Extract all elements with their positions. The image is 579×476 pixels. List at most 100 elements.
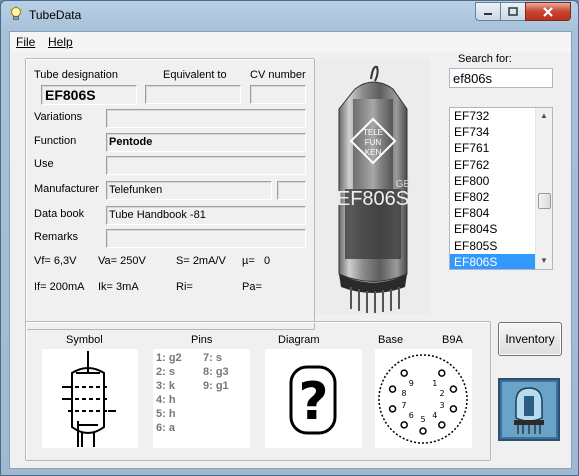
pa-value: Pa= (242, 281, 262, 293)
diagram-box: ? (265, 349, 362, 448)
vf-value: Vf= 6,3V (34, 255, 77, 267)
variations-field[interactable] (106, 109, 306, 128)
base-pin-number: 3 (439, 401, 444, 410)
base-pin (419, 427, 427, 435)
ik-value: Ik= 3mA (98, 281, 139, 293)
pin-entry: 9: g1 (203, 380, 229, 392)
scroll-up-icon[interactable]: ▲ (536, 108, 552, 124)
maximize-icon (508, 6, 518, 16)
schematic-panel: Symbol Pins Diagram Base B9A 1: g2 2: s … (25, 321, 491, 461)
scroll-down-icon[interactable]: ▼ (536, 253, 552, 269)
question-mark-icon: ? (289, 365, 337, 435)
photo-print-text: EF806S (337, 188, 409, 210)
pin-entry: 8: g3 (203, 366, 229, 378)
client-area: File Help Tube designation Equivalent to… (9, 31, 572, 469)
base-pin (388, 385, 397, 393)
remarks-label: Remarks (34, 231, 79, 243)
data-book-field[interactable]: Tube Handbook -81 (106, 206, 306, 225)
base-pin-number: 5 (420, 415, 425, 424)
pin-entry: 1: g2 (156, 352, 182, 364)
search-input[interactable]: ef806s (449, 68, 553, 88)
maximize-button[interactable] (500, 2, 526, 21)
pin-entry: 7: s (203, 352, 222, 364)
close-button[interactable] (525, 2, 571, 21)
pins-list: 1: g2 2: s 3: k 4: h 5: h 6: a 7: s 8: g… (153, 349, 250, 448)
scroll-thumb[interactable] (538, 193, 551, 209)
menu-file-label: File (16, 35, 36, 49)
pin-entry: 3: k (156, 380, 175, 392)
base-pin-number: 8 (401, 389, 406, 398)
cv-number-label: CV number (250, 69, 306, 81)
mu-value: 0 (264, 255, 271, 267)
use-field[interactable] (106, 156, 306, 175)
list-scrollbar[interactable]: ▲ ▼ (535, 108, 552, 269)
base-pin-number: 9 (409, 379, 414, 388)
base-pin (438, 421, 446, 429)
pin-entry: 6: a (156, 422, 175, 434)
base-pin (388, 405, 397, 413)
variations-label: Variations (34, 111, 83, 123)
pin-entry: 5: h (156, 408, 176, 420)
title-bar[interactable]: TubeData (1, 1, 578, 29)
base-pin-number: 4 (432, 411, 437, 420)
pins-label: Pins (191, 334, 213, 346)
menu-file[interactable]: File (16, 35, 35, 49)
base-pin-number: 7 (401, 401, 406, 410)
if-value: If= 200mA (34, 281, 85, 293)
function-field[interactable]: Pentode (106, 133, 306, 152)
pentode-symbol-icon (62, 351, 116, 447)
base-pin-number: 6 (409, 411, 414, 420)
base-diagram: 12 34567 89 (375, 349, 472, 448)
base-pin (400, 421, 408, 429)
data-book-label: Data book (34, 208, 85, 220)
ri-value: Ri= (176, 281, 193, 293)
vacuum-tube-image: TELE FUN KEN GE EF806S (315, 59, 430, 314)
tube-listbox[interactable]: EF732 EF734 EF761 EF762 EF800 EF802 EF80… (449, 107, 553, 270)
manufacturer-label: Manufacturer (34, 183, 99, 195)
menu-bar: File Help (10, 32, 571, 52)
tube-designation-field[interactable]: EF806S (41, 85, 137, 105)
lightbulb-icon (9, 6, 23, 22)
s-value: S= 2mA/V (176, 255, 226, 267)
menu-help-label: Help (48, 35, 73, 49)
close-icon (543, 6, 553, 17)
tube-designation-label: Tube designation (34, 69, 118, 81)
photo-brand-line-2: FUN (365, 138, 382, 147)
menu-help[interactable]: Help (48, 35, 73, 49)
use-label: Use (34, 158, 54, 170)
base-pin (449, 385, 458, 393)
diagram-label: Diagram (278, 334, 320, 346)
minimize-button[interactable] (475, 2, 501, 21)
base-pin (438, 369, 446, 377)
mu-label: µ= (242, 255, 255, 267)
base-pin-number: 2 (439, 389, 444, 398)
tube-details-panel: Tube designation Equivalent to CV number… (25, 58, 315, 330)
base-pin (449, 405, 458, 413)
inventory-button[interactable]: Inventory (498, 322, 562, 356)
search-for-label: Search for: (458, 53, 512, 65)
function-label: Function (34, 135, 77, 147)
manufacturer-field[interactable]: Telefunken (106, 181, 272, 200)
base-label: Base (378, 334, 404, 346)
remarks-field[interactable] (106, 229, 306, 248)
photo-brand-line-1: TELE (363, 128, 383, 137)
base-pin-number: 1 (432, 379, 437, 388)
pin-entry: 2: s (156, 366, 175, 378)
tube-logo-icon (502, 382, 556, 437)
diagram-glyph: ? (298, 372, 328, 432)
equivalent-to-field[interactable] (145, 85, 241, 104)
photo-brand-line-3: KEN (365, 148, 382, 157)
cv-number-field[interactable] (250, 85, 306, 104)
equivalent-to-label: Equivalent to (163, 69, 227, 81)
b9a-base-icon: 12 34567 89 (378, 354, 468, 444)
pentode-symbol (42, 349, 138, 448)
pin-entry: 4: h (156, 394, 176, 406)
app-window: TubeData File Help Tube designation Equi… (0, 0, 579, 476)
manufacturer-extra-field[interactable] (277, 181, 306, 200)
base-type-label: B9A (442, 334, 463, 346)
app-logo (498, 378, 560, 441)
window-title: TubeData (29, 8, 82, 22)
tube-photo: TELE FUN KEN GE EF806S (315, 59, 430, 314)
symbol-label: Symbol (66, 334, 103, 346)
base-pin (400, 369, 408, 377)
